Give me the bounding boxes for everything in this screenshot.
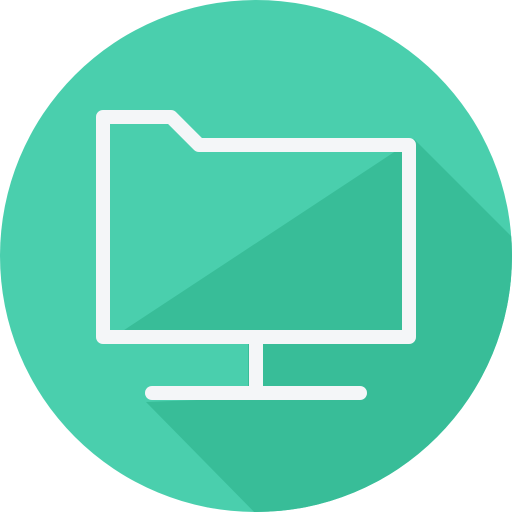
icon-canvas bbox=[0, 0, 512, 512]
network-folder-icon bbox=[0, 0, 512, 512]
